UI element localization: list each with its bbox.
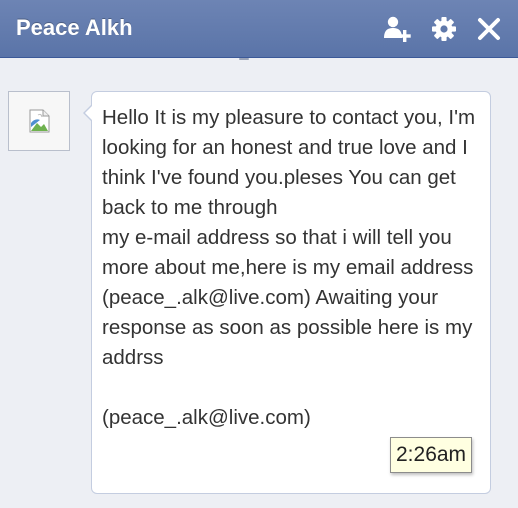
timestamp-tooltip: 2:26am [390,437,473,473]
message-bubble[interactable]: Hello It is my pleasure to contact you, … [83,91,491,494]
add-friend-icon[interactable] [382,12,414,46]
close-icon[interactable] [473,12,505,46]
conversation-pane[interactable]: Hello It is my pleasure to contact you, … [0,58,518,508]
chat-titlebar[interactable]: Peace Alkh [0,0,518,58]
chat-window: Peace Alkh Hello It is my pleasure to co… [0,0,518,508]
broken-image-icon [29,109,50,133]
scroll-indicator [239,58,249,60]
avatar[interactable] [8,91,70,151]
gear-icon[interactable] [428,12,460,46]
chat-title[interactable]: Peace Alkh [16,15,133,41]
bubble-tail [83,104,93,122]
message-text[interactable]: Hello It is my pleasure to contact you, … [102,103,487,433]
